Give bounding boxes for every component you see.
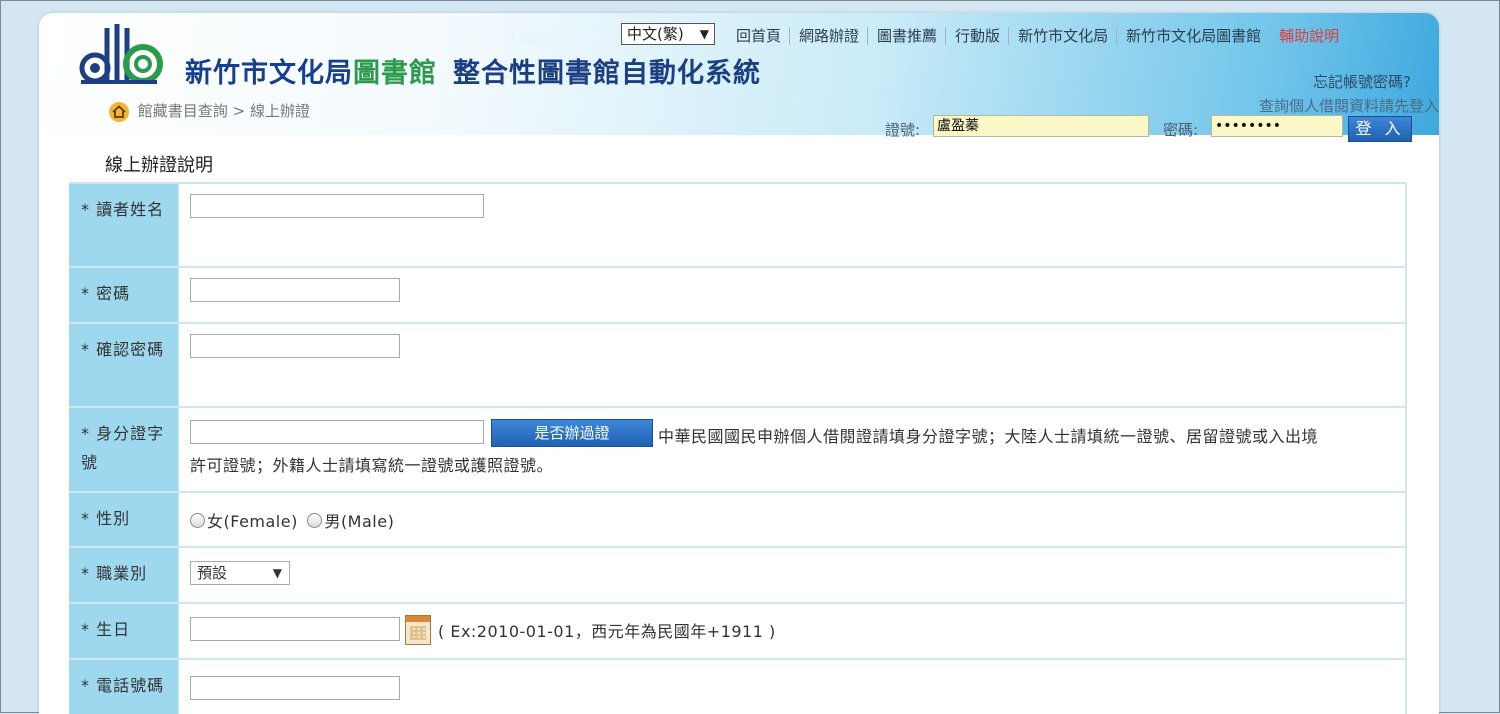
name-label: * 讀者姓名 (69, 184, 179, 266)
occupation-select[interactable]: 預設 ▼ (190, 561, 290, 585)
gender-male-radio[interactable] (307, 513, 323, 528)
page: 新竹市文化局圖書館 整合性圖書館自動化系統 Language： 中文(繁) ▼ 回… (39, 13, 1439, 714)
form-row-name: * 讀者姓名 (69, 184, 1407, 268)
form-row-gender: * 性別 女(Female) 男(Male) (69, 493, 1407, 548)
form-row-confirm-password: * 確認密碼 (69, 324, 1407, 408)
library-title: 新竹市文化局圖書館 整合性圖書館自動化系統 (185, 51, 761, 90)
gender-female-radio[interactable] (190, 513, 205, 528)
birthday-note: ( Ex:2010-01-01，西元年為民國年+1911 ) (438, 622, 776, 641)
id-check-button[interactable]: 是否辦過證 (491, 419, 653, 447)
chevron-down-icon: ▼ (272, 566, 282, 580)
form-title: 線上辦證說明 (105, 155, 213, 176)
language-label: Language： (509, 29, 625, 49)
library-title-part2: 圖書館 (353, 58, 437, 89)
card-number-input[interactable]: 盧盈蓁 (933, 115, 1149, 137)
birthday-input[interactable] (190, 617, 400, 641)
nav-online-register-link[interactable]: 網路辦證 (789, 27, 868, 45)
nav-culture-bureau-link[interactable]: 新竹市文化局 (1008, 27, 1117, 45)
form-row-id-number: * 身分證字號 是否辦過證 中華民國國民申辦個人借閱證請填身分證字號；大陸人士請… (69, 408, 1407, 493)
registration-form: * 讀者姓名 * 密碼 * 確認密碼 * 身分證字號 是否辦過證 中華民國國民申 (69, 182, 1407, 714)
login-hint: 查詢個人借閱資料請先登入 (1258, 97, 1439, 115)
birthday-label: * 生日 (69, 604, 179, 658)
id-note: 中華民國國民申辦個人借閱證請填身分證字號；大陸人士請填統一證號、居留證號或入出境… (190, 422, 1393, 475)
password-label: 密碼: (1163, 121, 1199, 139)
card-number-label: 證號: (885, 121, 921, 139)
password-input[interactable] (190, 278, 400, 302)
occupation-label: * 職業別 (69, 548, 179, 602)
top-nav: 回首頁 網路辦證 圖書推薦 行動版 新竹市文化局 新竹市文化局圖書館 輔助說明 (727, 25, 1348, 46)
confirm-password-label: * 確認密碼 (69, 324, 179, 406)
phone-input[interactable] (190, 676, 400, 700)
nav-mobile-link[interactable]: 行動版 (945, 27, 1009, 45)
id-number-input[interactable] (190, 420, 484, 444)
form-row-birthday: * 生日 ( Ex:2010-01-01，西元年為民國年+1911 ) (69, 604, 1407, 660)
form-row-occupation: * 職業別 預設 ▼ (69, 548, 1407, 604)
nav-help-link[interactable]: 輔助說明 (1269, 27, 1348, 45)
system-title: 整合性圖書館自動化系統 (453, 58, 761, 89)
library-title-part1: 新竹市文化局 (185, 58, 353, 89)
confirm-password-input[interactable] (190, 334, 400, 358)
id-note-line1: 中華民國國民申辦個人借閱證請填身分證字號；大陸人士請填統一證號、居留證號或入出境 (658, 427, 1319, 446)
language-value: 中文(繁) (627, 25, 684, 43)
login-password-input[interactable]: •••••••• (1211, 115, 1343, 137)
form-row-phone: * 電話號碼 (69, 660, 1407, 714)
nav-home-link[interactable]: 回首頁 (727, 27, 789, 45)
password-field-label: * 密碼 (69, 268, 179, 322)
calendar-icon[interactable] (405, 615, 431, 645)
name-input[interactable] (190, 194, 484, 218)
login-button[interactable]: 登 入 (1348, 116, 1412, 142)
gender-female-label: 女(Female) (207, 512, 298, 531)
login-bar: 證號: 盧盈蓁 密碼: •••••••• 登 入 (39, 114, 1439, 142)
phone-label: * 電話號碼 (69, 660, 179, 714)
language-select[interactable]: 中文(繁) ▼ (621, 23, 715, 45)
id-number-label: * 身分證字號 (69, 408, 179, 491)
forgot-password-link[interactable]: 忘記帳號密碼? (1313, 71, 1411, 92)
nav-book-recommend-link[interactable]: 圖書推薦 (867, 27, 946, 45)
id-note-line2: 許可證號；外籍人士請填寫統一證號或護照證號。 (190, 456, 554, 475)
gender-label: * 性別 (69, 493, 179, 546)
gender-male-label: 男(Male) (324, 512, 395, 531)
nav-library-link[interactable]: 新竹市文化局圖書館 (1116, 27, 1270, 45)
occupation-value: 預設 (197, 564, 228, 582)
library-logo-icon (79, 24, 163, 84)
form-row-password: * 密碼 (69, 268, 1407, 324)
chevron-down-icon: ▼ (699, 27, 709, 41)
